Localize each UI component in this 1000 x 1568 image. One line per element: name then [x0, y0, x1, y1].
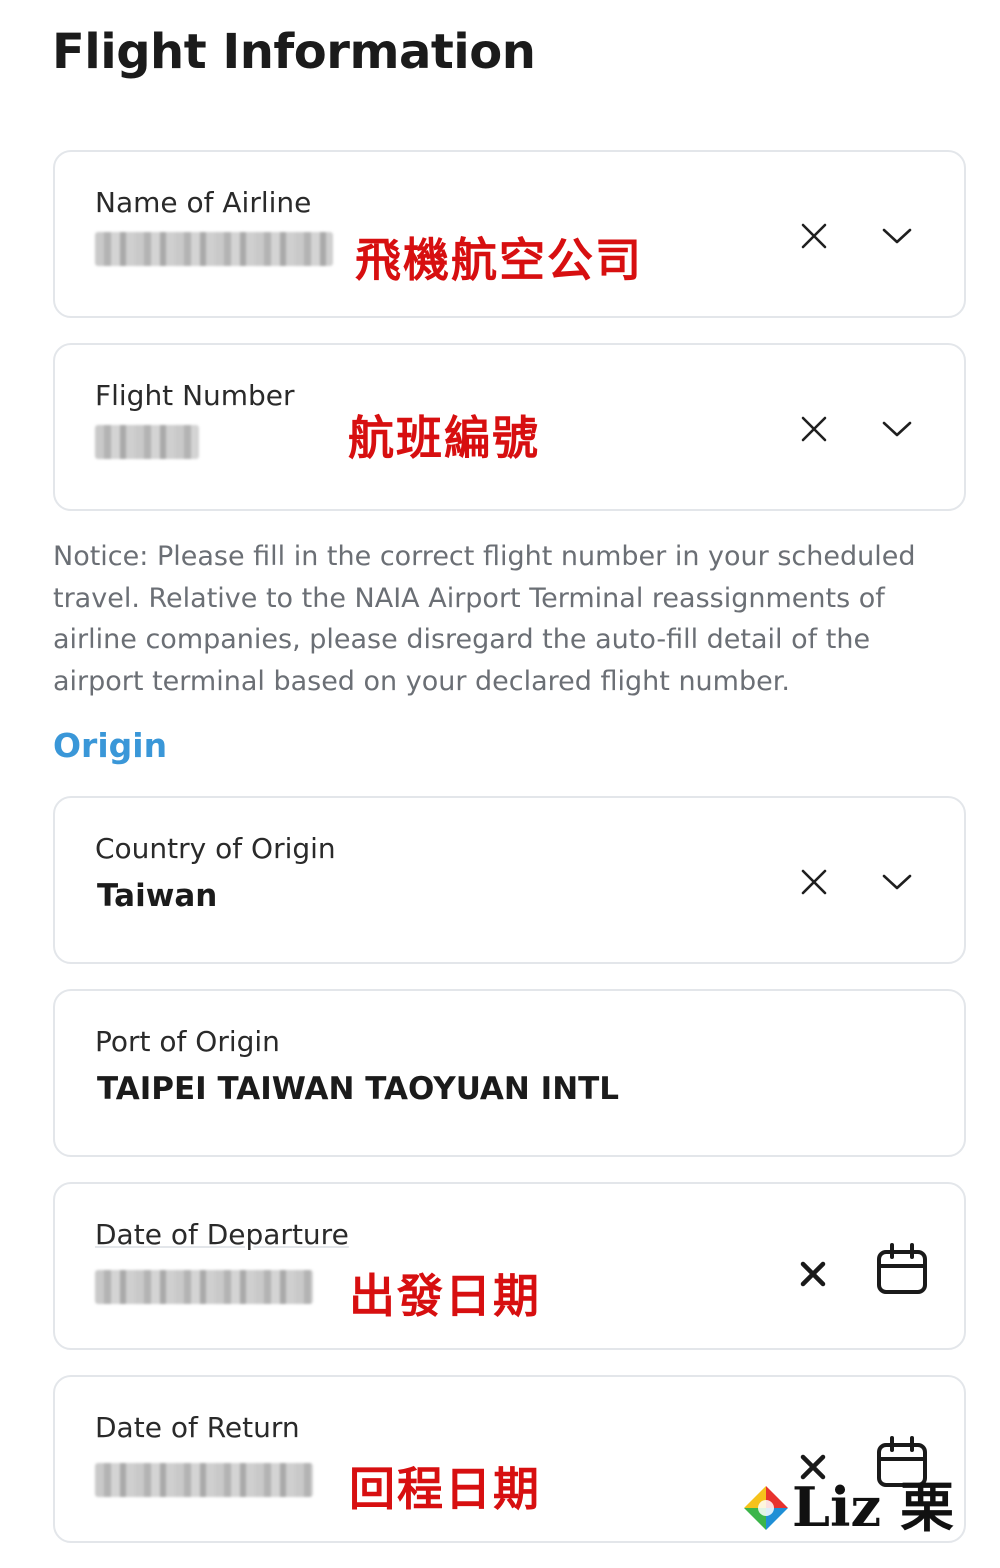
chevron-down-icon[interactable]: [881, 419, 913, 439]
liz-watermark: Liz 栗: [740, 1476, 954, 1538]
return-date-annotation: 回程日期: [349, 1462, 541, 1516]
departure-date-field[interactable]: Date of Departure 出發日期: [53, 1182, 966, 1350]
close-icon[interactable]: [800, 868, 828, 896]
port-of-origin-value[interactable]: TAIPEI TAIWAN TAOYUAN INTL: [97, 1071, 619, 1107]
departure-date-annotation: 出發日期: [349, 1269, 541, 1323]
port-of-origin-field[interactable]: Port of Origin TAIPEI TAIWAN TAOYUAN INT…: [53, 989, 966, 1157]
return-date-label: Date of Return: [95, 1411, 300, 1444]
flight-number-select[interactable]: Flight Number 航班編號: [53, 343, 966, 511]
airline-label: Name of Airline: [95, 186, 312, 219]
chevron-down-icon[interactable]: [881, 226, 913, 246]
page-title: Flight Information: [52, 24, 536, 80]
country-of-origin-value[interactable]: Taiwan: [97, 878, 217, 914]
close-icon[interactable]: [799, 1260, 827, 1288]
flight-number-annotation: 航班編號: [348, 411, 540, 465]
origin-section-heading: Origin: [53, 726, 168, 765]
close-icon[interactable]: [800, 222, 828, 250]
close-icon[interactable]: [800, 415, 828, 443]
flight-number-label: Flight Number: [95, 379, 295, 412]
airline-annotation: 飛機航空公司: [355, 233, 643, 287]
airline-select[interactable]: Name of Airline 飛機航空公司: [53, 150, 966, 318]
country-of-origin-label: Country of Origin: [95, 832, 336, 865]
watermark-text: Liz 栗: [792, 1475, 954, 1539]
calendar-icon[interactable]: [875, 1242, 929, 1296]
departure-date-value-redacted[interactable]: [95, 1270, 313, 1304]
flight-number-value-redacted[interactable]: [95, 425, 199, 459]
return-date-value-redacted[interactable]: [95, 1463, 313, 1497]
chevron-down-icon[interactable]: [881, 872, 913, 892]
liz-logo-icon: [744, 1486, 788, 1530]
country-of-origin-select[interactable]: Country of Origin Taiwan: [53, 796, 966, 964]
departure-date-label: Date of Departure: [95, 1218, 349, 1251]
port-of-origin-label: Port of Origin: [95, 1025, 280, 1058]
flight-number-notice: Notice: Please fill in the correct fligh…: [53, 541, 916, 697]
airline-value-redacted[interactable]: [95, 232, 333, 266]
